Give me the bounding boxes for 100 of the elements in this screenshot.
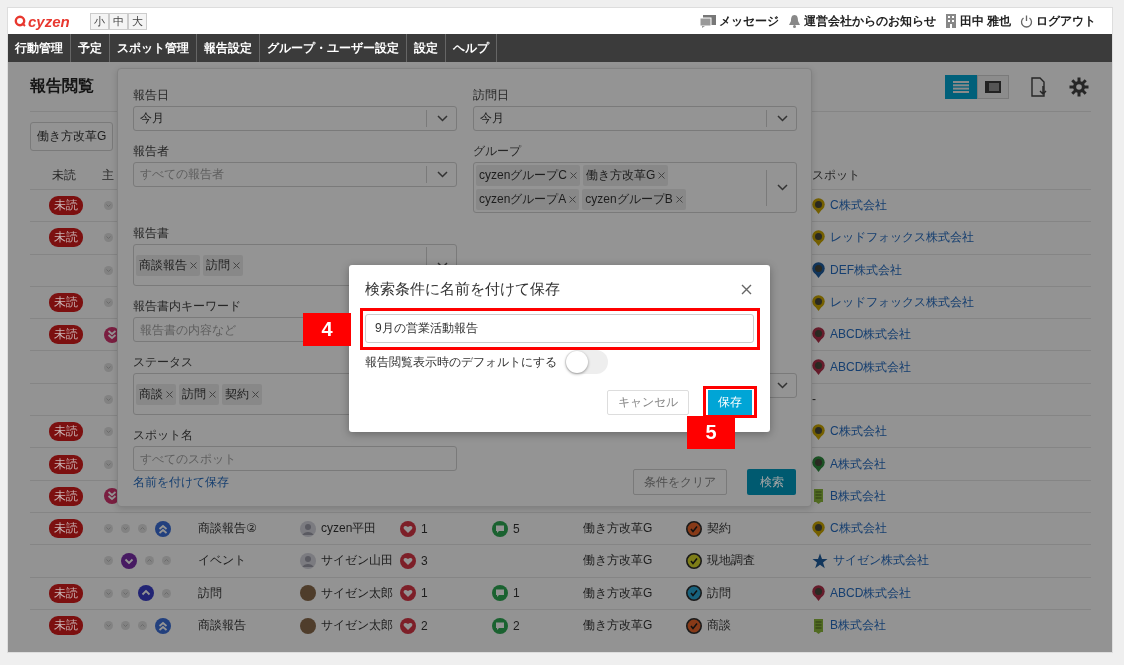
page-title: 報告閲覧 — [30, 76, 94, 96]
remove-tag-icon[interactable] — [569, 196, 577, 203]
comment-count: 2 — [513, 618, 520, 633]
tag-label: 契約 — [225, 385, 249, 403]
remove-tag-icon[interactable] — [675, 196, 683, 203]
header-link[interactable]: 運営会社からのお知らせ — [803, 12, 936, 30]
priority-icon[interactable] — [121, 552, 137, 569]
list-view-button[interactable] — [945, 74, 977, 99]
field-label: 報告書内キーワード — [133, 298, 241, 312]
field-label: 報告書 — [133, 225, 169, 239]
spot-link[interactable]: B株式会社 — [830, 487, 886, 505]
card-view-button[interactable] — [977, 74, 1009, 99]
comment-count: 5 — [513, 521, 520, 536]
unread-badge: 未読 — [49, 293, 83, 313]
save-button[interactable]: 保存 — [708, 390, 752, 415]
spot-link[interactable]: C株式会社 — [830, 520, 887, 538]
field-label: 報告日 — [133, 87, 169, 101]
priority-icon[interactable] — [138, 585, 154, 602]
comment-icon — [492, 520, 508, 537]
avatar-photo-placeholder — [300, 617, 316, 634]
unread-badge: 未読 — [49, 486, 83, 506]
field-label: スポット名 — [133, 427, 193, 441]
power-icon[interactable] — [1020, 14, 1033, 28]
name-input-field[interactable]: 9月の営業活動報告 — [365, 314, 754, 343]
remove-tag-icon[interactable] — [166, 390, 173, 398]
message-icon[interactable] — [699, 14, 716, 28]
status-label: 訪問 — [707, 584, 731, 602]
spot-link[interactable]: レッドフォックス株式会社 — [830, 229, 974, 247]
remove-tag-icon[interactable] — [570, 172, 577, 179]
chevron-down-icon — [437, 171, 448, 178]
group-filter-chip[interactable]: 働き方改革G — [30, 122, 114, 151]
font-size-button[interactable]: 小 — [89, 12, 109, 30]
status-label: 現地調査 — [707, 552, 755, 570]
comment-icon — [492, 585, 508, 602]
remove-tag-icon[interactable] — [252, 390, 259, 398]
step-number-label: 4 — [303, 313, 351, 346]
spot-link[interactable]: C株式会社 — [830, 423, 887, 441]
font-size-button[interactable]: 中 — [108, 12, 128, 30]
spot-link[interactable]: C株式会社 — [830, 197, 887, 215]
spot-link[interactable]: レッドフォックス株式会社 — [830, 294, 974, 312]
remove-tag-icon[interactable] — [233, 261, 240, 269]
field-label: グループ — [473, 143, 521, 157]
report-title[interactable]: 訪問 — [198, 585, 222, 600]
comment-count: 1 — [513, 586, 520, 601]
export-file-icon[interactable] — [1031, 76, 1047, 97]
tag-label: cyzenグループC — [479, 167, 567, 184]
spot-link[interactable]: ABCD株式会社 — [830, 584, 912, 602]
status-label: 契約 — [707, 520, 731, 538]
close-icon[interactable] — [741, 283, 752, 295]
group-name: 働き方改革G — [583, 585, 653, 600]
user-name: サイゼン山田 — [321, 552, 393, 570]
save-with-name-link[interactable]: 名前を付けて保存 — [133, 473, 229, 491]
priority-icon[interactable] — [155, 617, 171, 634]
spot-link[interactable]: A株式会社 — [830, 455, 886, 473]
spot-link[interactable]: サイゼン株式会社 — [833, 552, 929, 570]
cancel-button[interactable]: キャンセル — [607, 390, 689, 415]
group-name: 働き方改革G — [583, 618, 653, 632]
chevron-down-icon — [777, 115, 788, 122]
unread-badge: 未読 — [49, 325, 83, 345]
tag-label: 商談 — [139, 385, 163, 403]
header-link[interactable]: 田中 雅也 — [959, 12, 1011, 30]
report-title[interactable]: イベント — [198, 553, 246, 568]
logo-text: cyzen — [28, 12, 70, 30]
unread-badge: 未読 — [49, 583, 83, 603]
spot-link[interactable]: B株式会社 — [830, 617, 886, 634]
field-label: 訪問日 — [473, 87, 509, 101]
dialog-title: 検索条件に名前を付けて保存 — [365, 279, 560, 299]
building-icon[interactable] — [944, 14, 957, 28]
field-label: 報告者 — [133, 143, 169, 157]
column-header: スポット — [812, 166, 860, 184]
unread-badge: 未読 — [49, 454, 83, 474]
default-toggle[interactable] — [565, 350, 608, 374]
like-count: 3 — [421, 553, 428, 568]
status-label: 商談 — [707, 617, 731, 634]
select-field[interactable]: 今月 — [473, 106, 797, 131]
clear-conditions-button[interactable]: 条件をクリア — [633, 469, 727, 495]
font-size-button[interactable]: 大 — [127, 12, 147, 30]
spot-link[interactable]: ABCD株式会社 — [830, 326, 912, 344]
header-link[interactable]: ログアウト — [1036, 12, 1096, 30]
bell-icon[interactable] — [787, 14, 801, 28]
priority-icon[interactable] — [155, 520, 171, 537]
remove-tag-icon[interactable] — [658, 172, 666, 179]
remove-tag-icon[interactable] — [190, 261, 197, 269]
spot-link[interactable]: ABCD株式会社 — [830, 358, 912, 376]
search-button[interactable]: 検索 — [747, 469, 796, 495]
header-link[interactable]: メッセージ — [718, 12, 779, 30]
settings-icon[interactable] — [1069, 76, 1089, 97]
select-field[interactable]: 今月 — [133, 106, 457, 131]
tag-label: 商談報告 — [139, 256, 187, 274]
logo-ring-icon — [14, 15, 26, 27]
comment-icon — [492, 617, 508, 634]
unread-badge: 未読 — [49, 422, 83, 442]
column-header: 主 — [102, 166, 114, 184]
report-title[interactable]: 商談報告② — [198, 521, 257, 536]
like-count: 2 — [421, 618, 428, 633]
report-title[interactable]: 商談報告 — [198, 618, 246, 632]
tag-label: 訪問 — [182, 385, 206, 403]
avatar-silhouette-icon — [300, 552, 316, 569]
spot-link[interactable]: DEF株式会社 — [830, 261, 902, 279]
remove-tag-icon[interactable] — [209, 390, 216, 398]
